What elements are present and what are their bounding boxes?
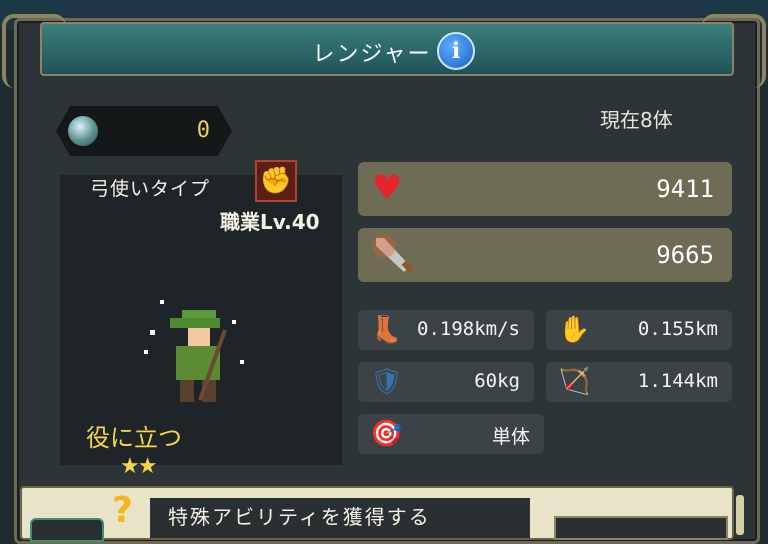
ability-left-slot: [30, 518, 104, 542]
job-level: 職業Lv.40: [220, 210, 320, 234]
armor-icon: 🛡: [370, 367, 404, 397]
currency-value: 0: [196, 118, 210, 143]
attack-stat: 9665: [358, 228, 732, 282]
bow-icon: 🏹: [558, 367, 591, 397]
unit-class-title: レンジャー: [312, 42, 432, 67]
boot-icon: 👢: [370, 315, 403, 345]
target-value: 単体: [491, 426, 530, 448]
heart-icon: ♥: [372, 168, 403, 208]
weapon-type-label: 弓使いタイプ: [90, 178, 211, 200]
weight-stat: 🛡 60kg: [358, 362, 534, 402]
range-stat: 🏹 1.144km: [546, 362, 732, 402]
info-icon[interactable]: i: [437, 32, 475, 70]
scrollbar[interactable]: [736, 495, 744, 535]
sword-icon: [372, 234, 415, 274]
orb-icon: [68, 116, 98, 146]
fist-icon: ✊: [255, 160, 297, 202]
gauntlet-icon: ✋: [558, 315, 591, 345]
rating-text: 役に立つ: [86, 424, 182, 452]
move-speed-stat: 👢 0.198km/s: [358, 310, 534, 350]
question-icon: ?: [112, 490, 133, 531]
range-value: 1.144km: [637, 370, 718, 392]
ranger-sprite: [144, 300, 244, 402]
ability-text[interactable]: 特殊アビリティを獲得する: [168, 501, 431, 530]
star-rating: ★★: [120, 454, 157, 479]
ability-action-slot[interactable]: [554, 516, 728, 540]
move-speed-value: 0.198km/s: [417, 318, 520, 340]
target-stat: 🎯 単体: [358, 414, 544, 454]
melee-range-value: 0.155km: [637, 318, 718, 340]
hp-stat: ♥ 9411: [358, 162, 732, 216]
target-icon: 🎯: [370, 419, 403, 449]
hp-value: 9411: [656, 175, 714, 203]
melee-range-stat: ✋ 0.155km: [546, 310, 732, 350]
weight-value: 60kg: [474, 370, 520, 392]
attack-value: 9665: [656, 241, 714, 269]
panel-header: レンジャー: [40, 22, 734, 76]
owned-count: 現在8体: [600, 108, 673, 132]
